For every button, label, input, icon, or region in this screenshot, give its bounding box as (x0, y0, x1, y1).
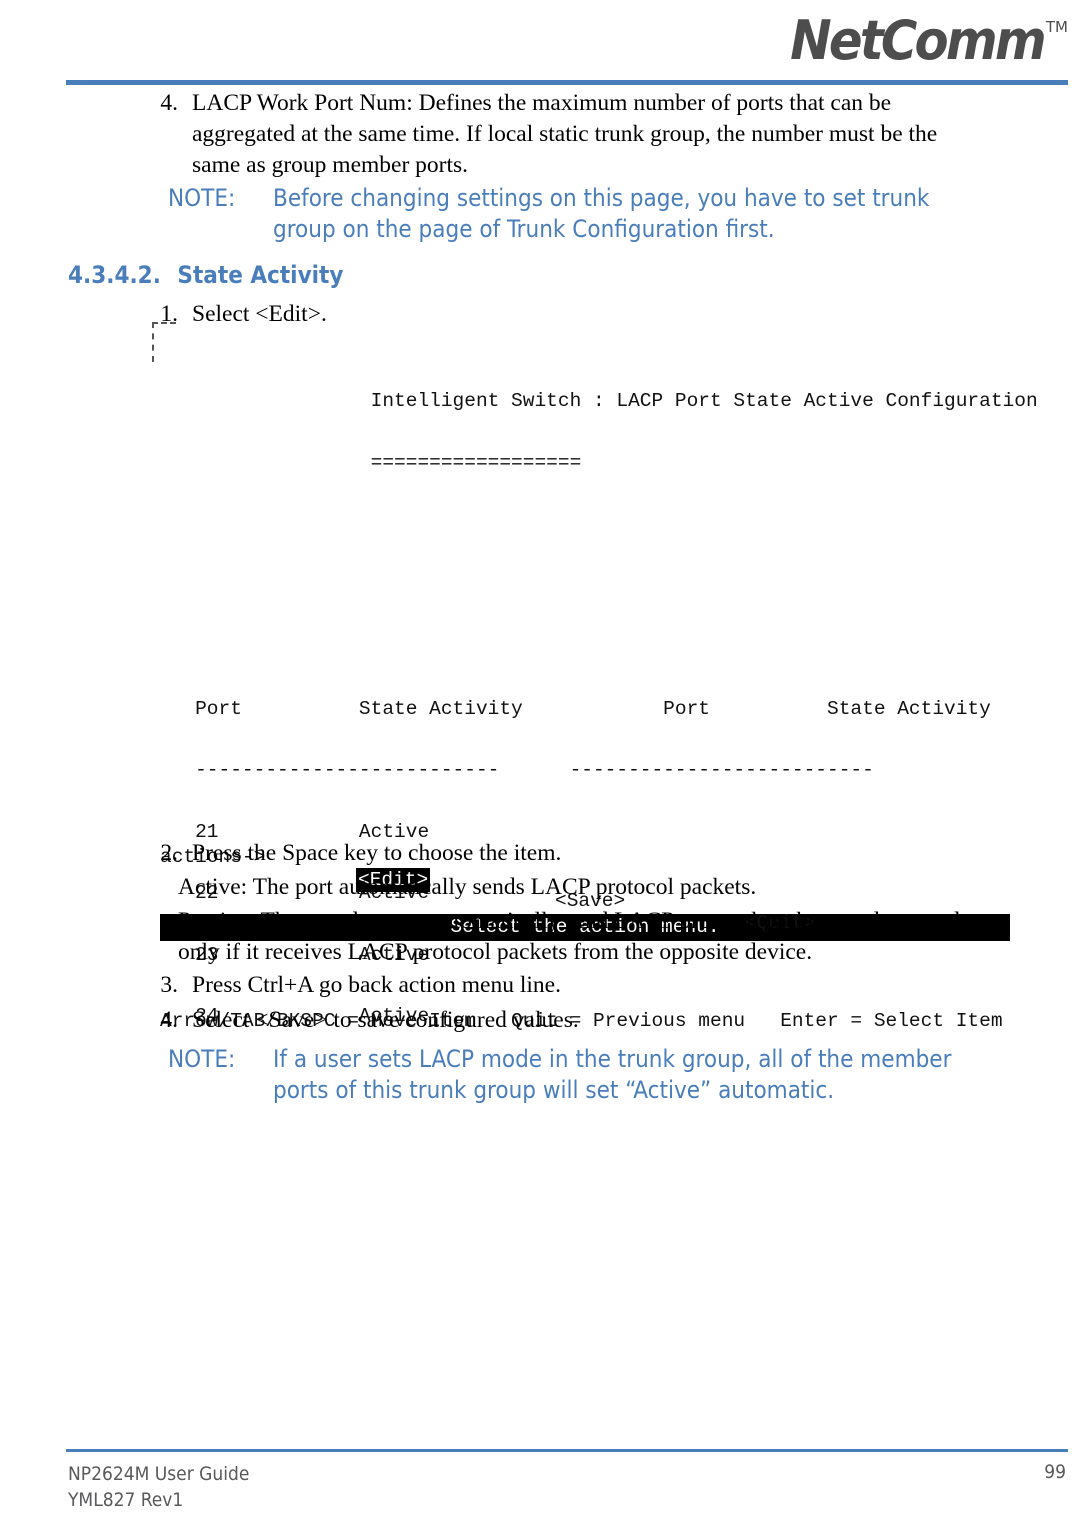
section-number: 4.3.4.2. (68, 261, 161, 289)
list-item-select-edit: 1. Select <Edit>. (140, 299, 640, 330)
note-trunk-group: NOTE: Before changing settings on this p… (168, 183, 993, 245)
section-title: State Activity (177, 261, 344, 289)
note-label: NOTE: (168, 1045, 236, 1073)
note-lacp-mode: NOTE: If a user sets LACP mode in the tr… (168, 1044, 1008, 1106)
footer-document-info: NP2624M User Guide YML827 Rev1 (68, 1461, 249, 1513)
terminal-blank (160, 637, 1020, 658)
trademark-symbol: TM (1045, 18, 1068, 36)
list-item-text: Press Ctrl+A go back action menu line. (192, 972, 561, 998)
definition-passive: Passive: The port does not automatically… (178, 908, 970, 965)
logo-wordmark: NetComm (790, 9, 1047, 72)
page-number: 99 (1044, 1461, 1066, 1483)
netcomm-logo: NetComm TM (768, 14, 1068, 68)
list-item-text: Select <Save> to save configured values. (192, 1007, 579, 1033)
list-item-number: 2. (160, 840, 178, 866)
note-text: Before changing settings on this page, y… (273, 184, 930, 243)
note-label: NOTE: (168, 184, 236, 212)
list-item-number: 4. (160, 90, 178, 116)
list-item-select-save: 4. Select <Save> to save configured valu… (140, 1005, 840, 1036)
terminal-blank (160, 576, 1020, 597)
note-text: If a user sets LACP mode in the trunk gr… (273, 1045, 952, 1104)
page-title: 4.3.4.2. State Activity (68, 261, 343, 289)
list-item-lacp-work-port-num: 4. LACP Work Port Num: Defines the maxim… (140, 88, 986, 181)
footer-line-2: YML827 Rev1 (68, 1489, 184, 1511)
list-item-ctrl-a: 3. Press Ctrl+A go back action menu line… (140, 970, 840, 1001)
terminal-title-rule: ================== (160, 451, 582, 474)
list-item-text: LACP Work Port Num: Defines the maximum … (192, 90, 938, 178)
terminal-blank (160, 514, 1020, 535)
list-item-text: Select <Edit>. (192, 301, 327, 327)
terminal-column-headers: Port State Activity Port State Activity (160, 697, 991, 720)
list-item-number: 4. (160, 1007, 178, 1033)
list-item-number: 3. (160, 972, 178, 998)
footer-line-1: NP2624M User Guide (68, 1463, 250, 1485)
definition-active: Active: The port automatically sends LAC… (178, 874, 757, 900)
list-item-press-space: 2. Press the Space key to choose the ite… (140, 838, 986, 869)
terminal-title: Intelligent Switch : LACP Port State Act… (160, 390, 1038, 412)
footer-divider (66, 1449, 1068, 1452)
header-divider (66, 80, 1068, 85)
list-item-text: Press the Space key to choose the item. (192, 840, 562, 866)
